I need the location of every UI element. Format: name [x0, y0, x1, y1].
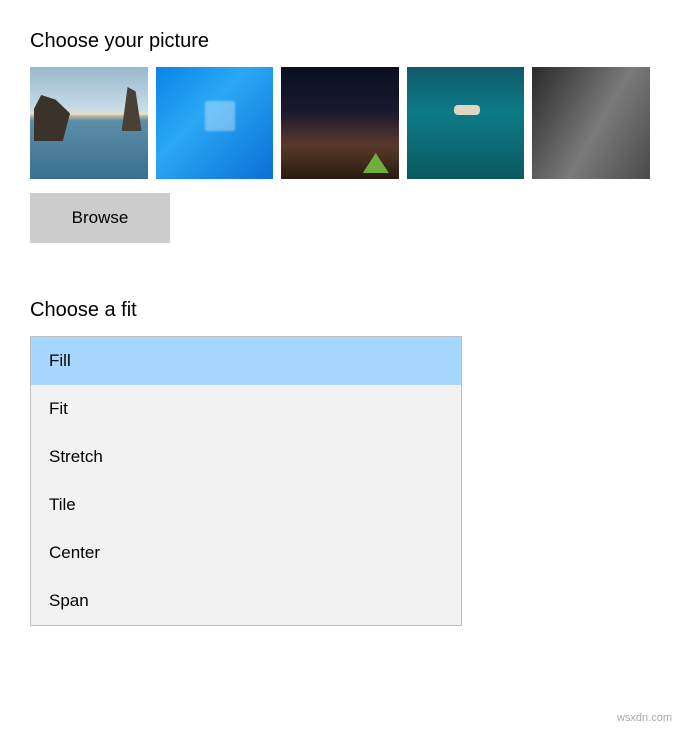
- fit-option-stretch[interactable]: Stretch: [31, 433, 461, 481]
- fit-option-fill[interactable]: Fill: [31, 337, 461, 385]
- fit-dropdown-list[interactable]: Fill Fit Stretch Tile Center Span: [30, 336, 462, 626]
- fit-option-fit[interactable]: Fit: [31, 385, 461, 433]
- watermark-text: wsxdn.com: [617, 712, 672, 724]
- picture-thumbnail-row: [30, 67, 650, 179]
- fit-option-span[interactable]: Span: [31, 577, 461, 625]
- fit-option-center[interactable]: Center: [31, 529, 461, 577]
- choose-fit-section: Choose a fit Fill Fit Stretch Tile Cente…: [30, 299, 650, 626]
- picture-thumbnail[interactable]: [407, 67, 525, 179]
- browse-button[interactable]: Browse: [30, 193, 170, 243]
- picture-thumbnail[interactable]: [30, 67, 148, 179]
- picture-thumbnail[interactable]: [156, 67, 274, 179]
- choose-picture-heading: Choose your picture: [30, 30, 650, 53]
- choose-fit-heading: Choose a fit: [30, 299, 650, 322]
- picture-thumbnail[interactable]: [532, 67, 650, 179]
- choose-picture-section: Choose your picture Browse: [30, 30, 650, 243]
- picture-thumbnail[interactable]: [281, 67, 399, 179]
- fit-option-tile[interactable]: Tile: [31, 481, 461, 529]
